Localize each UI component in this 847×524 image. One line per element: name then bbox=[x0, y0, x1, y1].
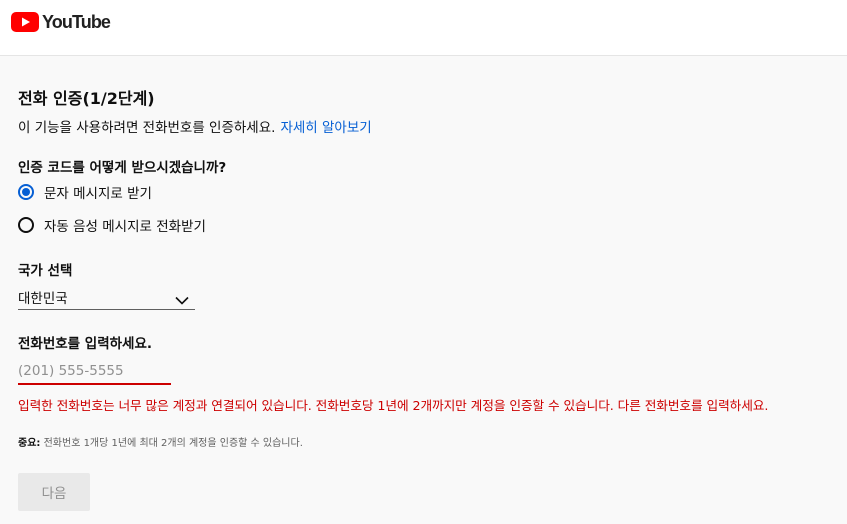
important-note: 중요: 전화번호 1개당 1년에 최대 2개의 계정을 인증할 수 있습니다. bbox=[18, 434, 303, 449]
country-label: 국가 선택 bbox=[18, 263, 73, 279]
youtube-logo[interactable]: YouTube bbox=[11, 12, 111, 32]
delivery-method-question: 인증 코드를 어떻게 받으시겠습니까? bbox=[18, 160, 227, 176]
learn-more-link[interactable]: 자세히 알아보기 bbox=[280, 120, 371, 136]
country-select[interactable]: 대한민국 bbox=[18, 285, 195, 310]
error-message: 입력한 전화번호는 너무 많은 계정과 연결되어 있습니다. 전화번호당 1년에… bbox=[18, 398, 769, 413]
radio-option-voice-call[interactable]: 자동 음성 메시지로 전화받기 bbox=[18, 215, 206, 235]
radio-button-sms[interactable] bbox=[18, 184, 34, 200]
radio-label-sms: 문자 메시지로 받기 bbox=[44, 186, 152, 202]
note-prefix: 중요: bbox=[18, 438, 41, 449]
chevron-down-icon bbox=[175, 290, 189, 309]
next-button[interactable]: 다음 bbox=[18, 473, 90, 511]
radio-label-voice-call: 자동 음성 메시지로 전화받기 bbox=[44, 219, 206, 235]
radio-button-voice-call[interactable] bbox=[18, 217, 34, 233]
country-select-value: 대한민국 bbox=[18, 291, 68, 307]
note-text: 전화번호 1개당 1년에 최대 2개의 계정을 인증할 수 있습니다. bbox=[43, 438, 303, 449]
youtube-play-icon bbox=[11, 12, 39, 32]
description: 이 기능을 사용하려면 전화번호를 인증하세요. 자세히 알아보기 bbox=[18, 116, 372, 136]
page-title: 전화 인증(1/2단계) bbox=[18, 89, 155, 108]
youtube-wordmark: YouTube bbox=[42, 12, 111, 32]
top-bar: YouTube bbox=[0, 0, 847, 56]
phone-label: 전화번호를 입력하세요. bbox=[18, 336, 153, 352]
description-text: 이 기능을 사용하려면 전화번호를 인증하세요. bbox=[18, 120, 276, 136]
phone-input[interactable] bbox=[18, 358, 171, 385]
radio-option-sms[interactable]: 문자 메시지로 받기 bbox=[18, 182, 152, 202]
